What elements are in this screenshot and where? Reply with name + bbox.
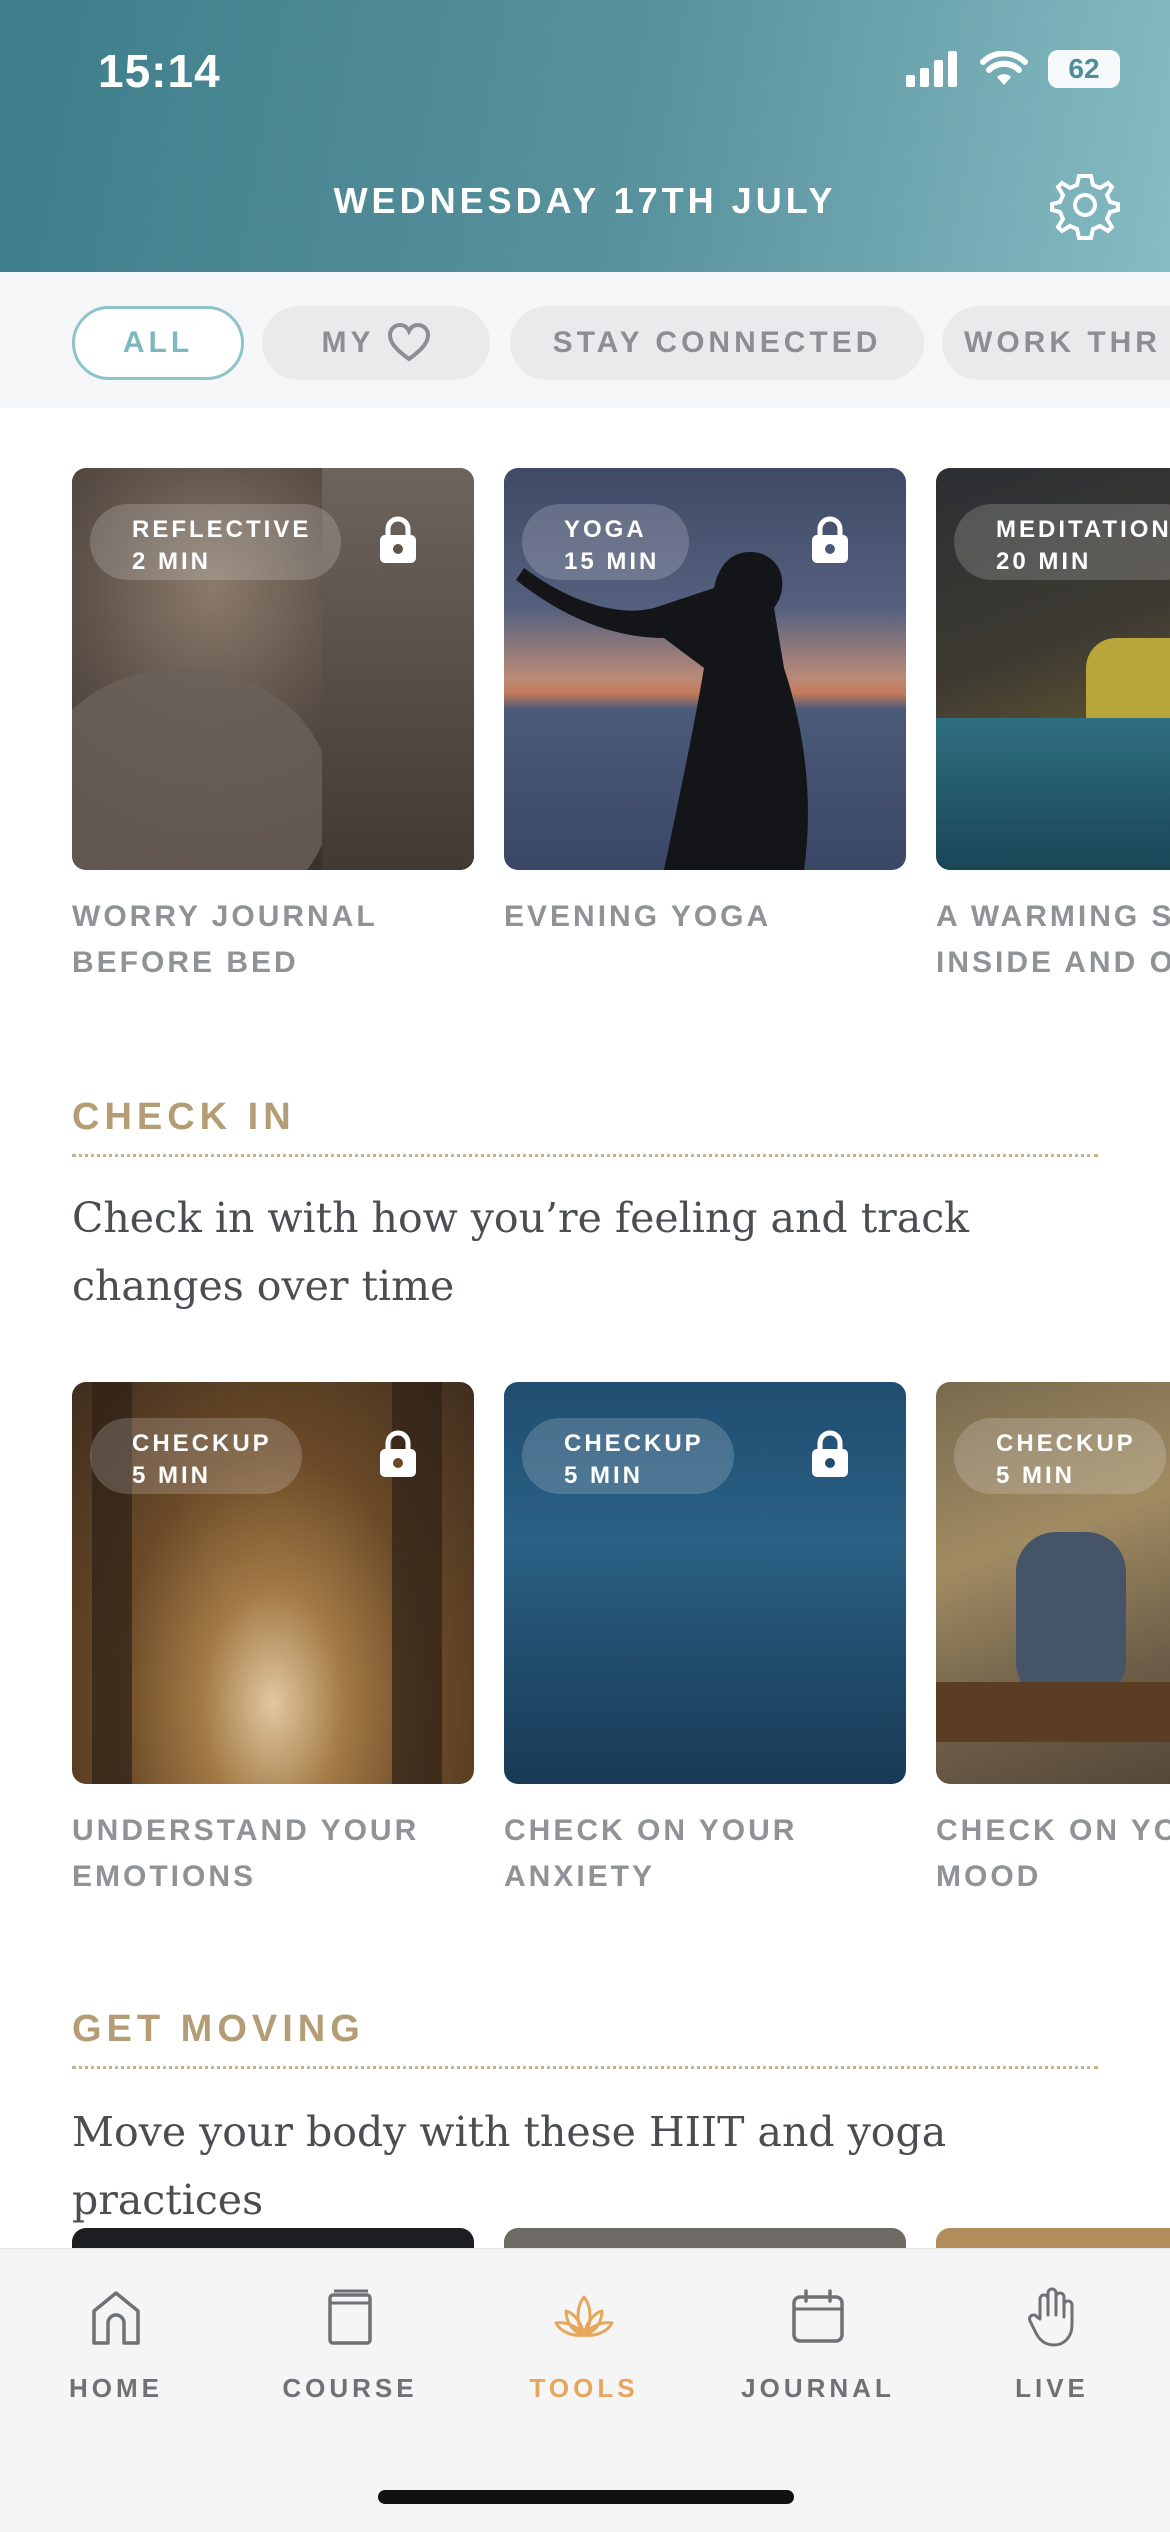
home-icon (92, 2291, 140, 2345)
check-in-carousel: CHECKUP 5 MIN UNDERSTAND YOUR EMOTIONS C… (0, 1382, 1170, 1902)
tab-journal[interactable]: JOURNAL (718, 2285, 918, 2404)
lotus-icon (554, 2295, 614, 2337)
filter-chip-all[interactable]: ALL (72, 306, 244, 380)
card-title: UNDERSTAND YOUR EMOTIONS (72, 1814, 420, 1893)
card-image-forest: CHECKUP 5 MIN (72, 1382, 474, 1784)
hand-icon (1028, 2287, 1074, 2347)
card-image-bedroom: MEDITATION 20 MIN (936, 468, 1170, 870)
tab-home[interactable]: HOME (16, 2285, 216, 2404)
tab-course[interactable]: COURSE (250, 2285, 450, 2404)
filter-chip-work-through[interactable]: WORK THR (942, 306, 1170, 380)
wifi-icon (980, 51, 1028, 85)
status-icons: 62 (906, 50, 1120, 88)
card-image-underwater: CHECKUP 5 MIN (504, 1382, 906, 1784)
featured-carousel: REFLECTIVE 2 MIN WORRY JOURNAL BEFORE BE… (0, 468, 1170, 988)
filter-chip-favourites[interactable]: MY (262, 306, 490, 380)
section-description: Check in with how you’re feeling and tra… (72, 1194, 970, 1310)
card-check-mood[interactable]: CHECKUP 5 MIN CHECK ON YO MOOD (936, 1382, 1170, 1900)
card-check-anxiety[interactable]: CHECKUP 5 MIN CHECK ON YOUR ANXIETY (504, 1382, 906, 1900)
card-tag: YOGA 15 MIN (522, 504, 690, 580)
card-image-yoga-sunset: YOGA 15 MIN (504, 468, 906, 870)
card-title: CHECK ON YOUR ANXIETY (504, 1814, 798, 1893)
section-description: Move your body with these HIIT and yoga … (72, 2108, 947, 2224)
card-title: WORRY JOURNAL BEFORE BED (72, 900, 378, 979)
lock-icon (812, 516, 848, 563)
card-image-bench: CHECKUP 5 MIN (936, 1382, 1170, 1784)
card-tag: CHECKUP 5 MIN (90, 1418, 302, 1494)
page-title: WEDNESDAY 17TH JULY (333, 180, 837, 221)
card-title: EVENING YOGA (504, 900, 772, 933)
filter-bar: ALL MY STAY CONNECTED WORK THR (0, 272, 1170, 408)
card-image-partial[interactable] (936, 2228, 1170, 2248)
home-indicator (378, 2490, 794, 2504)
card-evening-yoga[interactable]: YOGA 15 MIN EVENING YOGA (504, 468, 906, 940)
card-image-sleeping: REFLECTIVE 2 MIN (72, 468, 474, 870)
heart-icon (387, 323, 430, 362)
card-warming-meditation[interactable]: MEDITATION 20 MIN A WARMING S INSIDE AND… (936, 468, 1170, 986)
card-tag: CHECKUP 5 MIN (954, 1418, 1166, 1494)
status-time: 15:14 (98, 45, 221, 97)
card-tag: MEDITATION 20 MIN (954, 504, 1170, 580)
tab-tools[interactable]: TOOLS (484, 2285, 684, 2404)
card-title: A WARMING S INSIDE AND O (936, 900, 1170, 979)
header-bar: 15:14 62 WEDNESDAY 17TH JULY (0, 0, 1170, 272)
section-divider (72, 1154, 1098, 1157)
settings-gear-icon[interactable] (1048, 168, 1122, 242)
section-divider (72, 2066, 1098, 2069)
lock-icon (380, 516, 416, 563)
cellular-signal-icon (906, 51, 957, 87)
filter-chip-stay-connected[interactable]: STAY CONNECTED (510, 306, 924, 380)
lock-icon (812, 1430, 848, 1477)
section-title-get-moving: GET MOVING (72, 2008, 365, 2050)
book-icon (328, 2289, 372, 2345)
get-moving-carousel (0, 2228, 1170, 2248)
card-title: CHECK ON YO MOOD (936, 1814, 1170, 1893)
card-tag: REFLECTIVE 2 MIN (90, 504, 342, 580)
card-tag: CHECKUP 5 MIN (522, 1418, 734, 1494)
battery-icon: 62 (1048, 50, 1120, 88)
calendar-icon (792, 2289, 844, 2343)
tab-live[interactable]: LIVE (952, 2285, 1152, 2404)
section-title-check-in: CHECK IN (72, 1096, 296, 1138)
card-understand-emotions[interactable]: CHECKUP 5 MIN UNDERSTAND YOUR EMOTIONS (72, 1382, 474, 1900)
lock-icon (380, 1430, 416, 1477)
card-worry-journal[interactable]: REFLECTIVE 2 MIN WORRY JOURNAL BEFORE BE… (72, 468, 474, 986)
card-image-partial[interactable] (504, 2228, 906, 2248)
card-image-partial[interactable] (72, 2228, 474, 2248)
